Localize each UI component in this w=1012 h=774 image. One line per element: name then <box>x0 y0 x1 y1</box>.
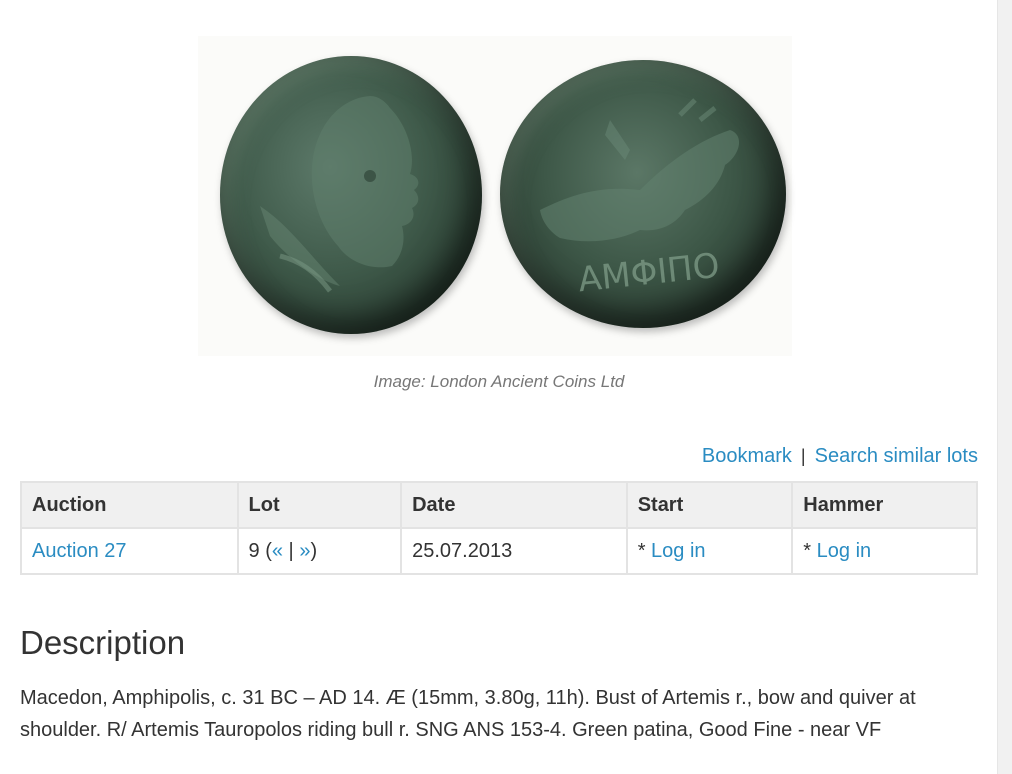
header-start: Start <box>625 481 794 529</box>
lot-actions: Bookmark | Search similar lots <box>702 445 978 468</box>
lot-close-paren: ) <box>310 539 318 562</box>
lot-number: 9 ( <box>248 539 272 562</box>
hammer-asterisk: * <box>803 539 817 562</box>
table-header-row: Auction Lot Date Start Hammer <box>20 481 978 529</box>
cell-auction: Auction 27 <box>20 527 239 575</box>
page-scrollbar[interactable] <box>997 0 1012 774</box>
bull-rider-relief: ΑΜΦΙΠΟ <box>540 98 740 301</box>
header-hammer: Hammer <box>791 481 978 529</box>
actions-separator: | <box>800 446 806 466</box>
image-caption: Image: London Ancient Coins Ltd <box>373 372 625 391</box>
header-lot: Lot <box>236 481 403 529</box>
coin-obverse <box>220 56 482 334</box>
start-asterisk: * <box>637 539 652 562</box>
lot-page: ΑΜΦΙΠΟ Image: London Ancient Coins Ltd B… <box>0 0 998 774</box>
bookmark-link[interactable]: Bookmark <box>702 445 792 467</box>
hammer-login-link[interactable]: Log in <box>817 540 872 562</box>
next-lot-link[interactable]: » <box>299 540 310 562</box>
auction-link[interactable]: Auction 27 <box>32 540 127 562</box>
header-auction: Auction <box>20 481 239 529</box>
artemis-bust-relief <box>260 96 419 293</box>
description-heading: Description <box>20 624 186 661</box>
reverse-legend: ΑΜΦΙΠΟ <box>576 246 721 301</box>
start-login-link[interactable]: Log in <box>651 540 706 562</box>
cell-hammer: * Log in <box>791 527 978 575</box>
cell-date: 25.07.2013 <box>400 527 628 575</box>
table-row: Auction 27 9 (« | ») 25.07.2013 * Log in… <box>20 527 978 575</box>
cell-start: * Log in <box>625 527 794 575</box>
lot-info-table: Auction Lot Date Start Hammer Auction 27… <box>20 481 978 575</box>
search-similar-lots-link[interactable]: Search similar lots <box>815 445 978 467</box>
previous-lot-link[interactable]: « <box>272 540 283 562</box>
coin-image[interactable]: ΑΜΦΙΠΟ <box>198 36 792 356</box>
cell-lot: 9 (« | ») <box>236 527 403 575</box>
description-text: Macedon, Amphipolis, c. 31 BC – AD 14. Æ… <box>20 687 916 741</box>
coin-reverse: ΑΜΦΙΠΟ <box>500 60 786 328</box>
header-date: Date <box>400 481 628 529</box>
lot-nav-separator: | <box>283 539 300 562</box>
